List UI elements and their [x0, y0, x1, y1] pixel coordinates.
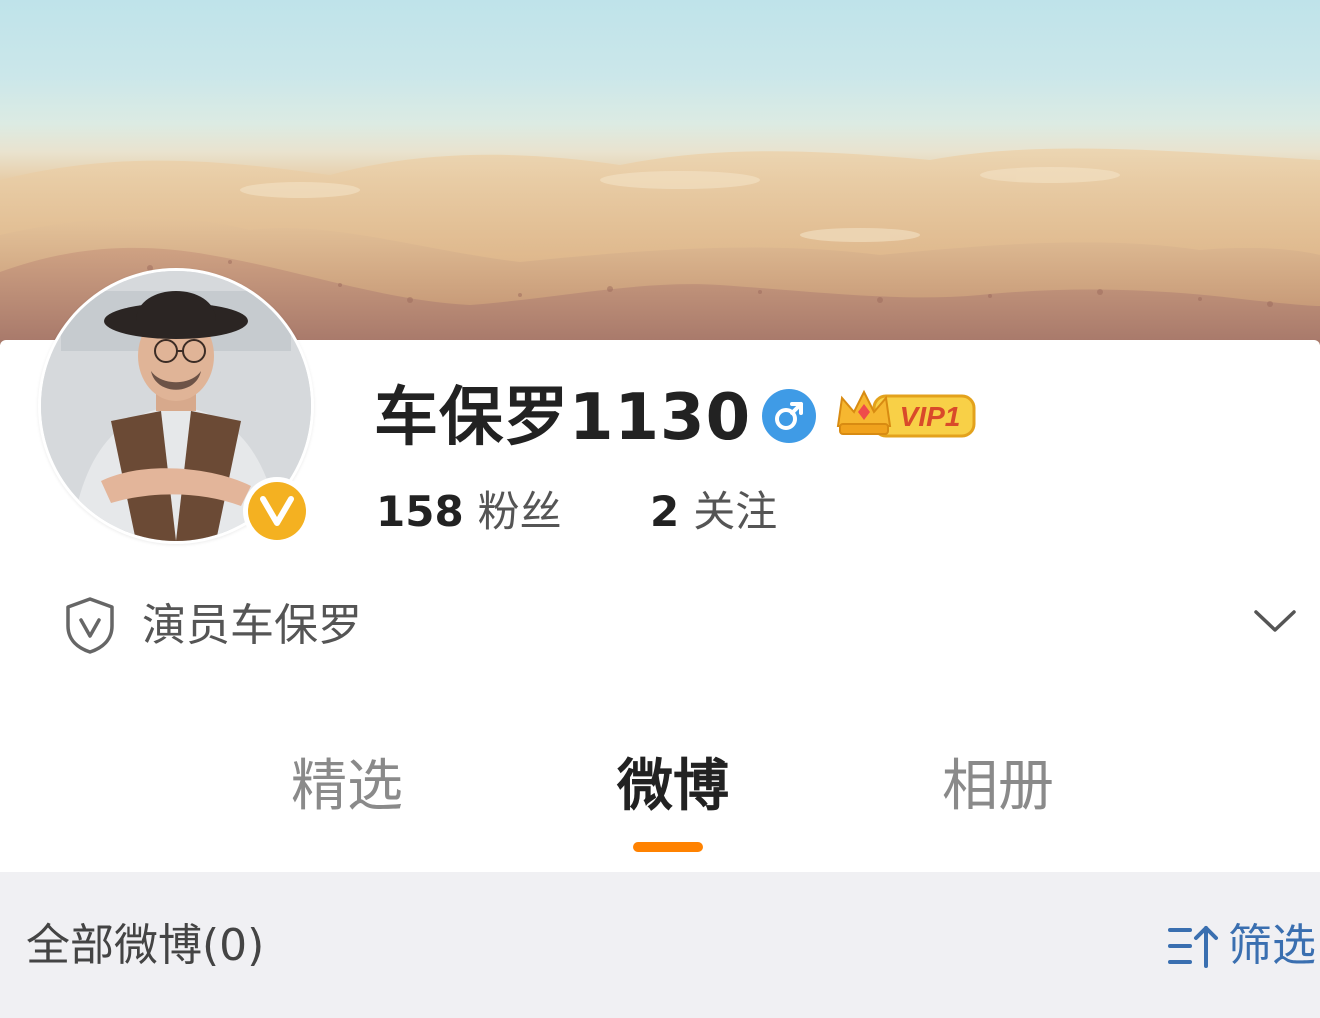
shield-icon	[66, 597, 114, 654]
all-posts-title: 全部微博(0)	[26, 920, 265, 971]
filter-button[interactable]: 筛选	[1166, 916, 1316, 976]
tab-weibo[interactable]: 微博	[617, 752, 729, 822]
chevron-down-icon[interactable]	[1252, 606, 1298, 636]
filter-bar: 全部微博(0) 筛选	[0, 872, 1320, 1018]
following-label: 关注	[693, 487, 778, 536]
tab-album[interactable]: 相册	[942, 752, 1054, 822]
tab-featured[interactable]: 精选	[291, 752, 403, 822]
verification-text: 演员车保罗	[142, 600, 362, 651]
vip-label: VIP1	[900, 401, 961, 432]
verified-badge	[243, 477, 311, 545]
verification-row[interactable]: 演员车保罗	[60, 592, 1310, 662]
following-count: 2	[650, 487, 680, 536]
fans-count: 158	[376, 487, 464, 536]
active-tab-indicator	[633, 842, 703, 852]
verified-v-icon	[260, 496, 294, 526]
fans-label: 粉丝	[477, 487, 562, 536]
filter-sort-icon	[1168, 926, 1218, 968]
filter-label: 筛选	[1228, 920, 1316, 971]
profile-page: 车保罗1130 VIP1 158 粉丝 2 关注 演员车保罗 精选 微博 相册 …	[0, 0, 1320, 1018]
male-symbol-icon	[762, 389, 816, 443]
fans-stat[interactable]: 158 粉丝	[376, 484, 562, 540]
profile-name: 车保罗1130	[374, 381, 752, 455]
following-stat[interactable]: 2 关注	[650, 484, 777, 540]
vip-badge[interactable]: VIP1	[834, 384, 978, 444]
